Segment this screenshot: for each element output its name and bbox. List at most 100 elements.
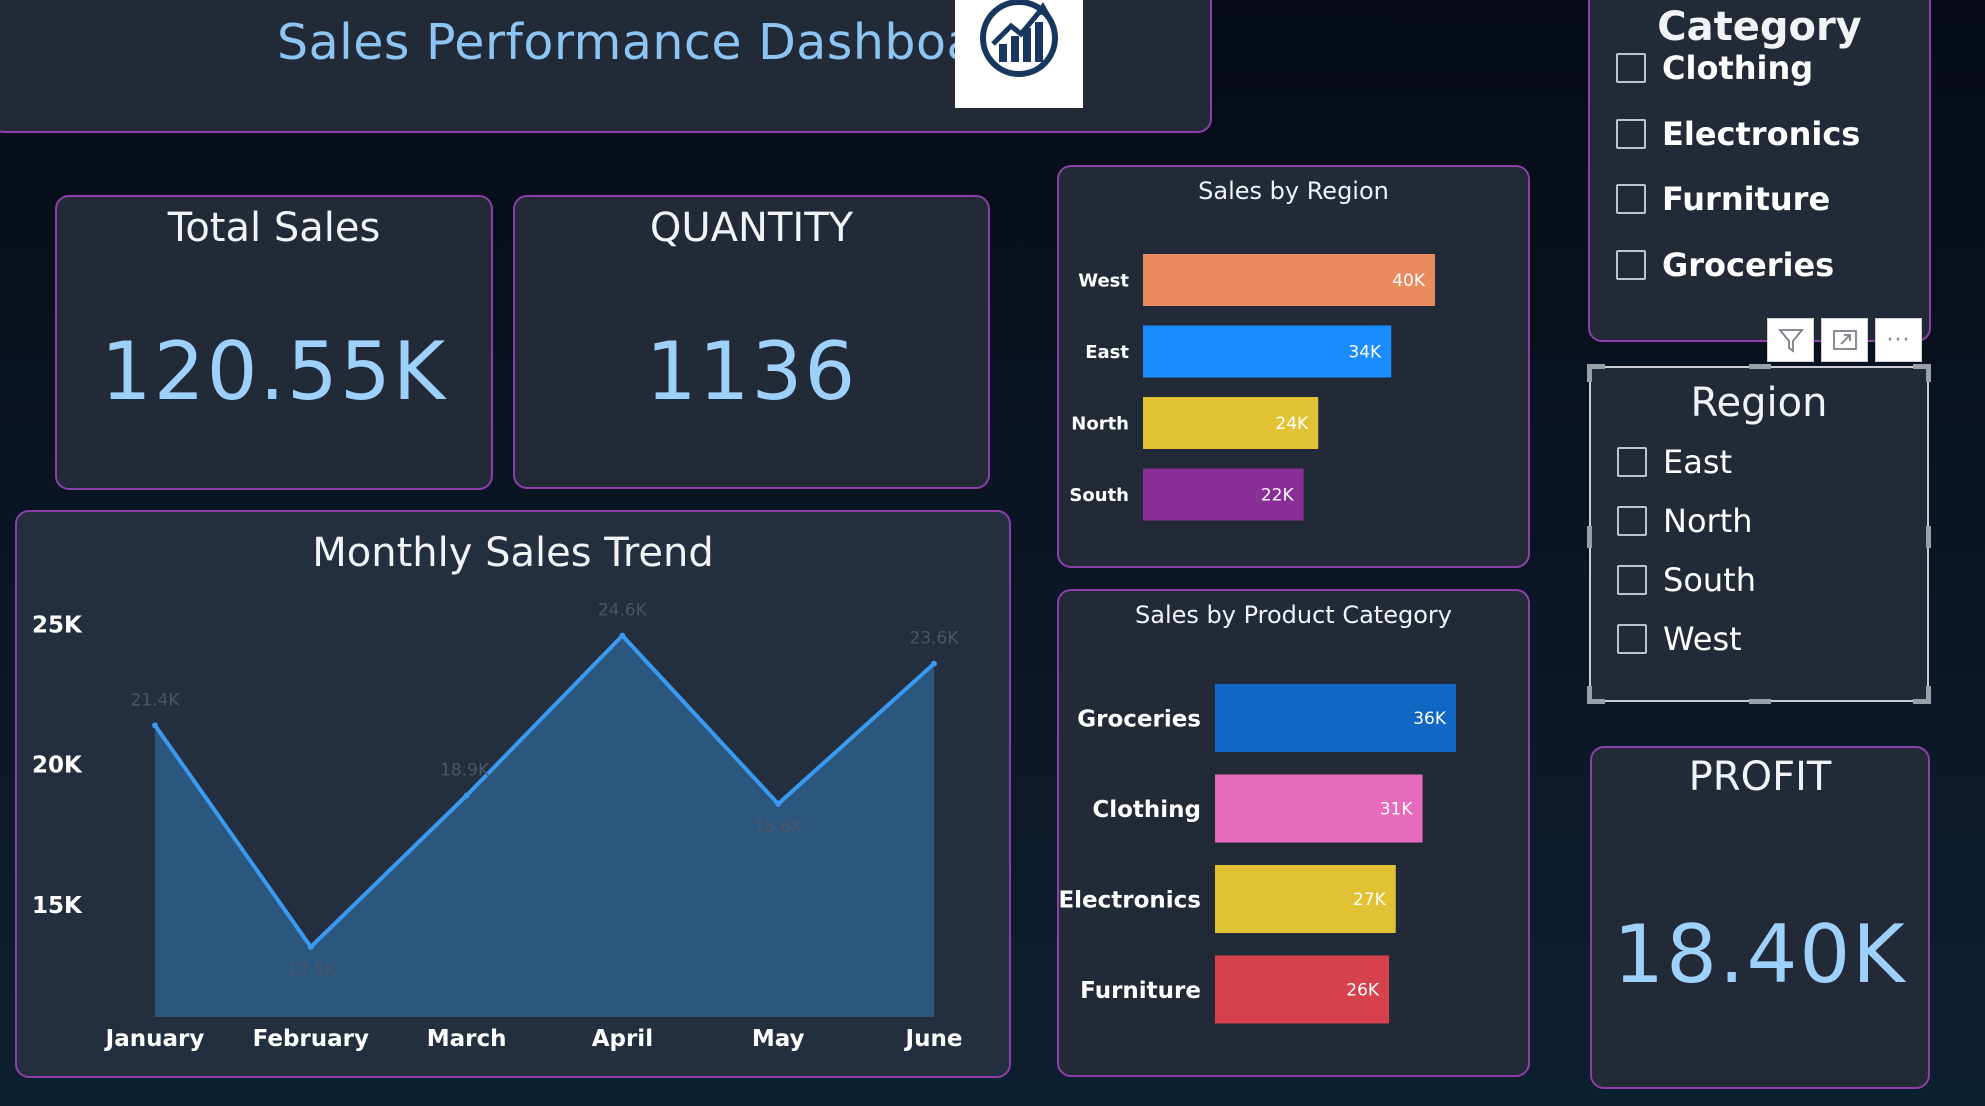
resize-handle[interactable] [1587, 686, 1592, 704]
x-tick-label: March [427, 1026, 507, 1052]
slicer-item-north[interactable]: North [1617, 502, 1753, 540]
checkbox[interactable] [1617, 565, 1647, 595]
profit-value: 18.40K [1613, 908, 1907, 1001]
sales-by-category-chart[interactable]: Sales by Product Category Groceries 36K Cl… [1057, 589, 1530, 1077]
resize-handle[interactable] [1587, 526, 1592, 548]
checkbox[interactable] [1617, 506, 1647, 536]
trend-point[interactable] [307, 943, 314, 950]
data-label: 24K [1275, 414, 1309, 434]
checkbox[interactable] [1616, 250, 1646, 280]
focus-mode-icon [1832, 330, 1857, 350]
resize-handle[interactable] [1587, 364, 1592, 382]
checkbox[interactable] [1616, 119, 1646, 149]
monthly-sales-trend-chart[interactable]: Monthly Sales Trend 15K 20K 25K 21.4K 13.5K 1… [15, 510, 1011, 1078]
category-label: North [1071, 413, 1129, 434]
data-label: 34K [1348, 343, 1382, 363]
slicer-item-label: South [1663, 561, 1756, 599]
more-options-icon: ··· [1886, 327, 1911, 353]
data-label: 24.6K [598, 601, 648, 621]
slicer-item-clothing[interactable]: Clothing [1616, 49, 1813, 87]
slicer-item-furniture[interactable]: Furniture [1616, 180, 1830, 218]
total-sales-value: 120.55K [100, 325, 448, 418]
y-tick-label: 20K [32, 753, 83, 779]
total-sales-card: Total Sales 120.55K [55, 195, 493, 490]
data-label: 27K [1353, 890, 1387, 910]
quantity-label: QUANTITY [649, 205, 854, 251]
filter-icon [1777, 329, 1804, 353]
data-label: 18.6K [754, 817, 804, 837]
growth-chart-logo [955, 0, 1083, 108]
trend-chart-canvas: 15K 20K 25K 21.4K 13.5K 18.9K 24.6K 18.6K 23.6K J… [32, 601, 963, 1052]
category-label: Clothing [1092, 797, 1201, 823]
slicer-item-west[interactable]: West [1617, 620, 1742, 658]
category-slicer-title: Category [1657, 4, 1862, 50]
category-label: South [1069, 485, 1129, 506]
data-label: 36K [1413, 709, 1447, 729]
checkbox[interactable] [1616, 53, 1646, 83]
x-tick-label: May [752, 1026, 805, 1052]
region-slicer[interactable]: Region East North South West [1587, 364, 1931, 704]
y-tick-label: 15K [32, 893, 83, 919]
quantity-card: QUANTITY 1136 [513, 195, 990, 489]
category-label: Furniture [1080, 978, 1201, 1004]
trend-point[interactable] [619, 632, 626, 639]
data-label: 40K [1392, 271, 1426, 291]
resize-handle[interactable] [1749, 364, 1771, 369]
x-tick-label: April [592, 1026, 653, 1052]
data-label: 22K [1261, 486, 1295, 506]
slicer-item-label: West [1663, 620, 1742, 658]
trend-point[interactable] [152, 722, 158, 729]
quantity-value: 1136 [645, 325, 858, 418]
category-chart-canvas: Groceries 36K Clothing 31K Electronics 27K Fur… [1059, 684, 1456, 1024]
slicer-item-label: Clothing [1662, 49, 1814, 87]
resize-handle[interactable] [1749, 699, 1771, 704]
region-slicer-title: Region [1690, 380, 1828, 426]
y-tick-label: 25K [32, 612, 83, 638]
category-label: Groceries [1077, 706, 1201, 732]
category-label: Electronics [1059, 887, 1201, 913]
growth-chart-icon [980, 0, 1058, 77]
slicer-item-south[interactable]: South [1617, 561, 1756, 599]
checkbox[interactable] [1616, 184, 1646, 214]
trend-point[interactable] [463, 792, 470, 799]
checkbox[interactable] [1617, 447, 1647, 477]
slicer-item-electronics[interactable]: Electronics [1616, 115, 1860, 153]
region-chart-canvas: West 40K East 34K North 24K South 22K [1069, 254, 1435, 521]
more-options-button[interactable]: ··· [1875, 318, 1922, 362]
x-tick-label: February [253, 1026, 369, 1052]
slicer-item-groceries[interactable]: Groceries [1616, 246, 1834, 284]
trend-point[interactable] [931, 660, 937, 667]
bar[interactable] [1143, 254, 1435, 306]
data-label: 21.4K [131, 690, 181, 710]
x-tick-label: January [104, 1026, 205, 1052]
visual-header-toolbar: ··· [1767, 318, 1922, 362]
resize-handle[interactable] [1926, 686, 1931, 704]
data-label: 18.9K [440, 760, 490, 780]
slicer-item-label: Electronics [1662, 115, 1861, 153]
category-label: West [1078, 270, 1129, 291]
filter-button[interactable] [1767, 318, 1814, 362]
slicer-item-label: Furniture [1662, 180, 1831, 218]
data-label: 31K [1380, 800, 1414, 820]
slicer-item-label: North [1663, 502, 1753, 540]
slicer-item-label: East [1663, 443, 1733, 481]
category-label: East [1085, 342, 1129, 363]
data-label: 23.6K [910, 629, 960, 649]
total-sales-label: Total Sales [167, 205, 381, 251]
page-title: Sales Performance Dashboard [277, 14, 1029, 71]
profit-label: PROFIT [1688, 754, 1832, 800]
slicer-item-label: Groceries [1662, 246, 1835, 284]
resize-handle[interactable] [1926, 364, 1931, 382]
checkbox[interactable] [1617, 624, 1647, 654]
profit-card: PROFIT 18.40K [1590, 746, 1930, 1089]
trend-point[interactable] [775, 800, 782, 807]
slicer-item-east[interactable]: East [1617, 443, 1732, 481]
x-tick-label: June [904, 1026, 963, 1052]
resize-handle[interactable] [1926, 526, 1931, 548]
data-label: 13.5K [286, 960, 336, 980]
focus-mode-button[interactable] [1821, 318, 1868, 362]
trend-area [155, 635, 934, 1017]
header-card: Sales Performance Dashboard [0, 0, 1212, 133]
sales-by-region-chart[interactable]: Sales by Region West 40K East 34K North 24K So… [1057, 165, 1530, 568]
data-label: 26K [1346, 981, 1380, 1001]
